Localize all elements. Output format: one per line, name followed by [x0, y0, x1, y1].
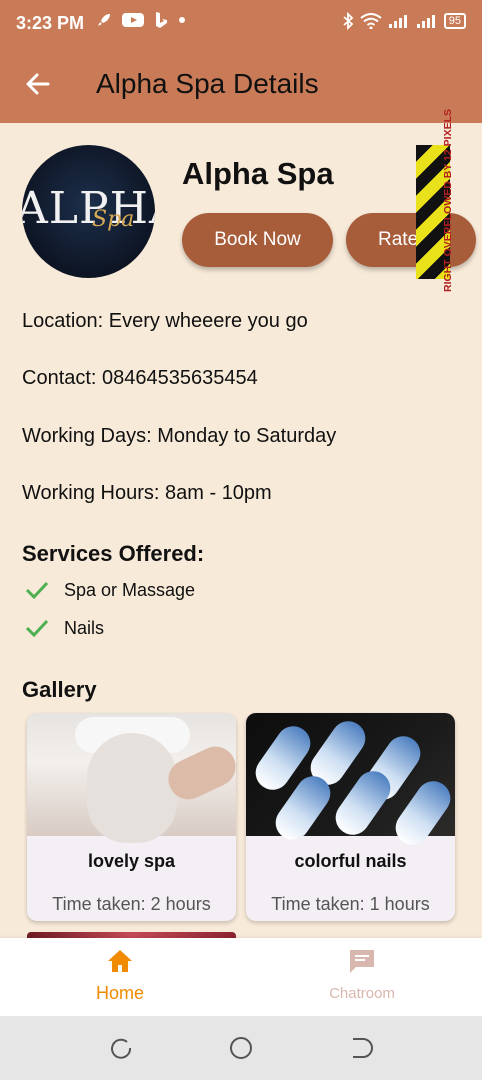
nav-chatroom[interactable]: Chatroom: [302, 948, 422, 1002]
system-nav-bar: [0, 1016, 482, 1080]
youtube-icon: [122, 13, 144, 27]
home-button-icon[interactable]: [229, 1036, 253, 1060]
chat-icon: [350, 950, 374, 973]
spa-name: Alpha Spa: [182, 156, 334, 191]
overflow-warning-text: RIGHT OVERFLOWED BY 12 PIXELS: [442, 108, 454, 292]
service-label: Nails: [64, 617, 105, 638]
signal-icon-2: [416, 15, 435, 28]
check-icon: [25, 581, 49, 600]
page-title: Alpha Spa Details: [96, 68, 319, 99]
location-text: Location: Every wheeere you go: [22, 310, 308, 332]
back-button-icon[interactable]: [349, 1036, 373, 1060]
bing-icon: [156, 12, 167, 28]
rate-us-button[interactable]: Rate Us: [346, 213, 476, 267]
gallery-card-title: lovely spa: [87, 851, 176, 871]
service-item: Spa or Massage: [24, 577, 195, 603]
nav-home-label: Home: [95, 983, 144, 1003]
services-heading: Services Offered:: [22, 541, 205, 566]
gallery-card-time: Time taken: 2 hours: [52, 894, 211, 914]
bluetooth-icon: [343, 12, 354, 30]
status-time: 3:23 PM: [16, 13, 85, 33]
check-icon: [25, 619, 49, 638]
rocket-icon: [98, 14, 110, 26]
gallery-card[interactable]: colorful nails Time taken: 1 hours: [246, 713, 455, 921]
home-icon: [108, 950, 132, 972]
logo-subtext: Spa: [92, 207, 135, 232]
nav-home[interactable]: Home: [60, 948, 180, 1004]
service-label: Spa or Massage: [64, 579, 196, 600]
working-days-text: Working Days: Monday to Saturday: [22, 425, 337, 447]
battery-icon: 95: [443, 13, 466, 29]
gallery-image-spa: [27, 713, 236, 843]
gallery-card-time: Time taken: 1 hours: [271, 894, 430, 914]
app-bar: 3:23 PM 95 Alpha Spa Details: [0, 0, 482, 123]
gallery-card[interactable]: lovely spa Time taken: 2 hours: [27, 713, 236, 921]
back-arrow-icon[interactable]: [24, 70, 52, 98]
gallery-card-title: colorful nails: [294, 851, 407, 871]
notification-icons: [96, 11, 186, 29]
logo-text: ALPHA: [22, 183, 155, 234]
recent-apps-icon[interactable]: [109, 1036, 133, 1060]
contact-text: Contact: 08464535635454: [22, 367, 258, 389]
signal-icon: [388, 15, 407, 28]
working-hours-text: Working Hours: 8am - 10pm: [22, 482, 272, 504]
bottom-nav: Home Chatroom: [0, 938, 482, 1016]
system-icons: 95: [342, 12, 466, 30]
spa-logo: ALPHA Spa: [22, 145, 155, 278]
gallery-image-nails: [246, 713, 455, 852]
service-item: Nails: [24, 615, 104, 641]
wifi-icon: [360, 13, 382, 29]
nav-chatroom-label: Chatroom: [329, 985, 395, 1002]
status-bar: 3:23 PM 95: [0, 0, 482, 48]
book-now-button[interactable]: Book Now: [182, 213, 333, 267]
gallery-heading: Gallery: [22, 677, 97, 702]
dot-icon: [179, 17, 185, 23]
